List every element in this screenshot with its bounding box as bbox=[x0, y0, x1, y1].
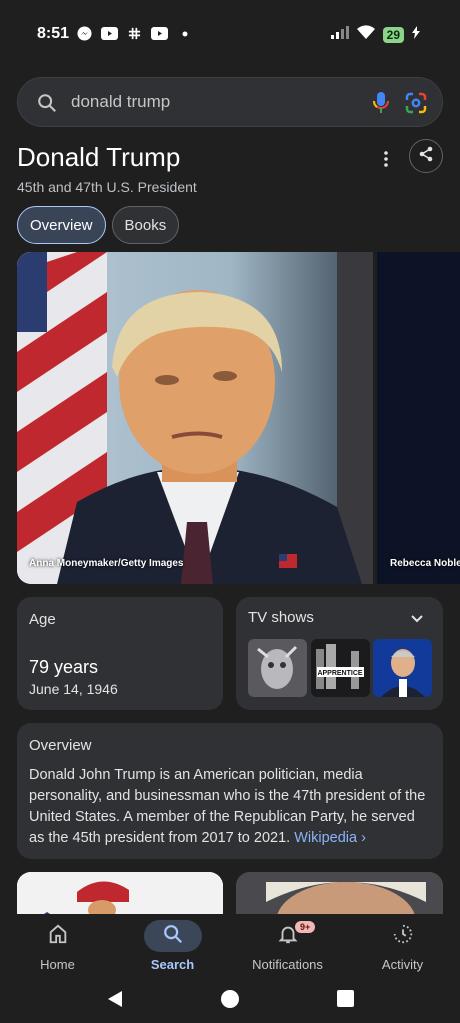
nav-search[interactable]: Search bbox=[115, 914, 230, 984]
slack-icon bbox=[126, 26, 143, 41]
share-button[interactable] bbox=[409, 139, 443, 173]
nav-activity-icon-wrap bbox=[374, 920, 432, 952]
bottom-navigation: Home Search 9+ Notifications Activity bbox=[0, 914, 460, 984]
search-icon bbox=[162, 923, 184, 950]
status-time: 8:51 bbox=[37, 25, 70, 42]
notification-badge: 9+ bbox=[295, 921, 316, 933]
age-card[interactable]: Age 79 years June 14, 1946 bbox=[17, 597, 223, 710]
search-icon bbox=[36, 92, 58, 119]
tv-shows-card[interactable]: TV shows APPRENTICE bbox=[236, 597, 443, 710]
image-credit-main: Anna Moneymaker/Getty Images bbox=[29, 558, 184, 569]
share-icon bbox=[417, 145, 435, 168]
tab-books[interactable]: Books bbox=[111, 206, 180, 244]
overview-label: Overview bbox=[29, 737, 92, 754]
nav-notifications-label: Notifications bbox=[252, 957, 323, 972]
signal-icon bbox=[330, 25, 349, 44]
nav-search-icon-wrap bbox=[143, 920, 202, 952]
tv-show-thumb-1[interactable] bbox=[248, 639, 307, 697]
tab-overview[interactable]: Overview bbox=[17, 206, 106, 244]
tv-shows-label: TV shows bbox=[248, 609, 314, 626]
birth-date: June 14, 1946 bbox=[29, 681, 118, 697]
age-value: 79 years bbox=[29, 657, 99, 677]
dot-icon bbox=[176, 26, 193, 41]
charging-icon bbox=[412, 25, 420, 44]
wikipedia-link[interactable]: Wikipedia › bbox=[294, 830, 366, 846]
tab-chips: Overview Books bbox=[17, 206, 180, 244]
entity-subtitle: 45th and 47th U.S. President bbox=[17, 179, 197, 195]
portrait-illustration bbox=[17, 252, 373, 584]
nav-search-label: Search bbox=[150, 957, 195, 972]
overview-card[interactable]: Overview Donald John Trump is an America… bbox=[17, 723, 443, 859]
wifi-icon bbox=[356, 25, 375, 44]
battery-indicator: 29 bbox=[382, 26, 404, 43]
nav-home-label: Home bbox=[40, 957, 75, 972]
home-icon bbox=[47, 923, 69, 950]
search-query[interactable]: donald trump bbox=[71, 92, 170, 112]
status-notification-icons bbox=[76, 26, 193, 41]
nav-activity[interactable]: Activity bbox=[345, 914, 460, 984]
tv-show-thumb-apprentice[interactable]: APPRENTICE bbox=[311, 639, 370, 697]
entity-title: Donald Trump bbox=[17, 142, 181, 172]
nav-notifications[interactable]: 9+ Notifications bbox=[230, 914, 345, 984]
image-credit-next: Rebecca Noble bbox=[390, 558, 460, 569]
status-system-icons: 29 bbox=[330, 25, 420, 44]
hero-image[interactable]: Anna Moneymaker/Getty Images bbox=[17, 252, 373, 584]
lens-icon[interactable] bbox=[404, 91, 428, 120]
age-label: Age bbox=[29, 611, 56, 628]
system-navigation bbox=[0, 984, 460, 1023]
svg-text:APPRENTICE: APPRENTICE bbox=[317, 670, 362, 677]
overview-text: Donald John Trump is an American politic… bbox=[29, 765, 429, 849]
activity-icon bbox=[392, 923, 414, 950]
nav-home-icon-wrap bbox=[29, 920, 87, 952]
youtube-icon bbox=[101, 26, 118, 41]
nav-activity-label: Activity bbox=[381, 957, 424, 972]
recents-icon[interactable] bbox=[337, 990, 354, 1012]
mic-icon[interactable] bbox=[369, 90, 393, 121]
messenger-icon bbox=[76, 26, 93, 41]
search-bar[interactable]: donald trump bbox=[17, 77, 443, 127]
chevron-down-icon[interactable] bbox=[410, 611, 424, 629]
tv-show-thumb-3[interactable] bbox=[373, 639, 432, 697]
youtube-icon-2 bbox=[151, 26, 168, 41]
back-icon[interactable] bbox=[106, 990, 124, 1013]
nav-home[interactable]: Home bbox=[0, 914, 115, 984]
more-options-icon[interactable] bbox=[376, 147, 396, 171]
hero-image-next[interactable]: Rebecca Noble bbox=[377, 252, 460, 584]
status-bar: 8:51 29 bbox=[0, 0, 460, 66]
home-button-icon[interactable] bbox=[220, 989, 240, 1014]
